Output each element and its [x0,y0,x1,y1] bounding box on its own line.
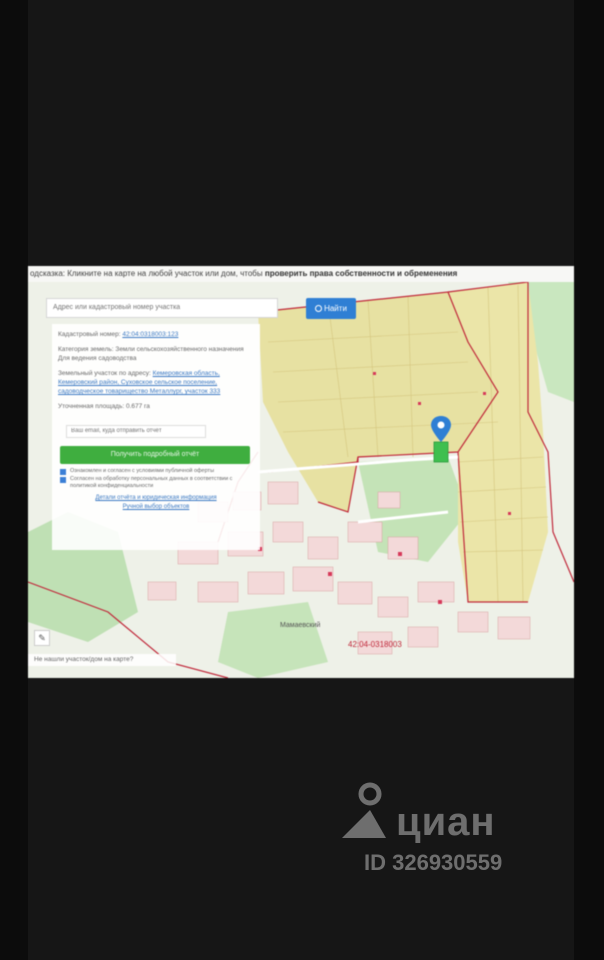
links-block: Детали отчёта и юридическая информация Р… [58,494,254,512]
offer-checkbox-label: Ознакомлен и согласен с условиями публич… [70,468,215,474]
address-row: Земельный участок по адресу: Кемеровская… [58,369,254,396]
checkbox-checked-icon[interactable] [60,469,66,475]
parcel-info-panel: Кадастровый номер: 42:04:0318003:123 Кат… [52,324,260,550]
search-row: Найти [46,298,356,320]
left-black-border [0,0,28,960]
listing-id: ID 326930559 [364,850,503,875]
manual-select-link[interactable]: Ручной выбор объектов [58,503,254,512]
cian-logo-icon [342,782,386,838]
category-value: Земли сельскохозяйственного назначения [115,346,244,353]
search-button[interactable]: Найти [306,298,356,319]
street-label: Мамаевский [280,622,321,629]
address-label: Земельный участок по адресу: [58,370,151,377]
cad-label: Кадастровый номер: [58,331,121,338]
hint-bold-text: проверить права собственности и обремене… [264,269,458,278]
hint-text: одсказка: Кликните на карте на любой уча… [30,269,265,278]
cad-quarter-label: 42:04-0318003 [348,640,402,649]
area-row: Уточненная площадь: 0.677 га [58,402,254,411]
privacy-checkbox-row[interactable]: Согласен на обработку персональных данны… [58,476,254,490]
not-found-link[interactable]: Не нашли участок/дом на карте? [28,654,176,666]
hint-bar: одсказка: Кликните на карте на любой уча… [28,266,574,282]
cian-brand-text: циан [396,800,496,844]
checkbox-checked-icon[interactable] [60,477,66,483]
map-screenshot-photo: одсказка: Кликните на карте на любой уча… [28,266,574,678]
cian-watermark: циан ID 326930559 [332,780,562,880]
category-row: Категория земель: Земли сельскохозяйстве… [58,345,254,363]
area-label: Уточненная площадь: [58,403,125,410]
privacy-checkbox-label: Согласен на обработку персональных данны… [70,476,233,489]
report-details-link[interactable]: Детали отчёта и юридическая информация [58,494,254,503]
search-input[interactable] [46,298,278,318]
search-button-label: Найти [324,304,347,313]
search-icon [315,305,323,312]
category-label: Категория земель: [58,346,114,353]
cad-number-link[interactable]: 42:04:0318003:123 [122,331,178,338]
order-report-button[interactable]: Получить подробный отчёт [60,446,250,464]
offer-checkbox-row[interactable]: Ознакомлен и согласен с условиями публич… [58,468,254,475]
draw-pencil-icon[interactable]: ✎ [34,630,50,646]
email-input[interactable] [66,425,206,438]
cad-row: Кадастровый номер: 42:04:0318003:123 [58,330,254,339]
area-value: 0.677 га [125,403,150,410]
use-value: Для ведения садоводства [58,355,137,362]
right-black-border [574,0,604,960]
